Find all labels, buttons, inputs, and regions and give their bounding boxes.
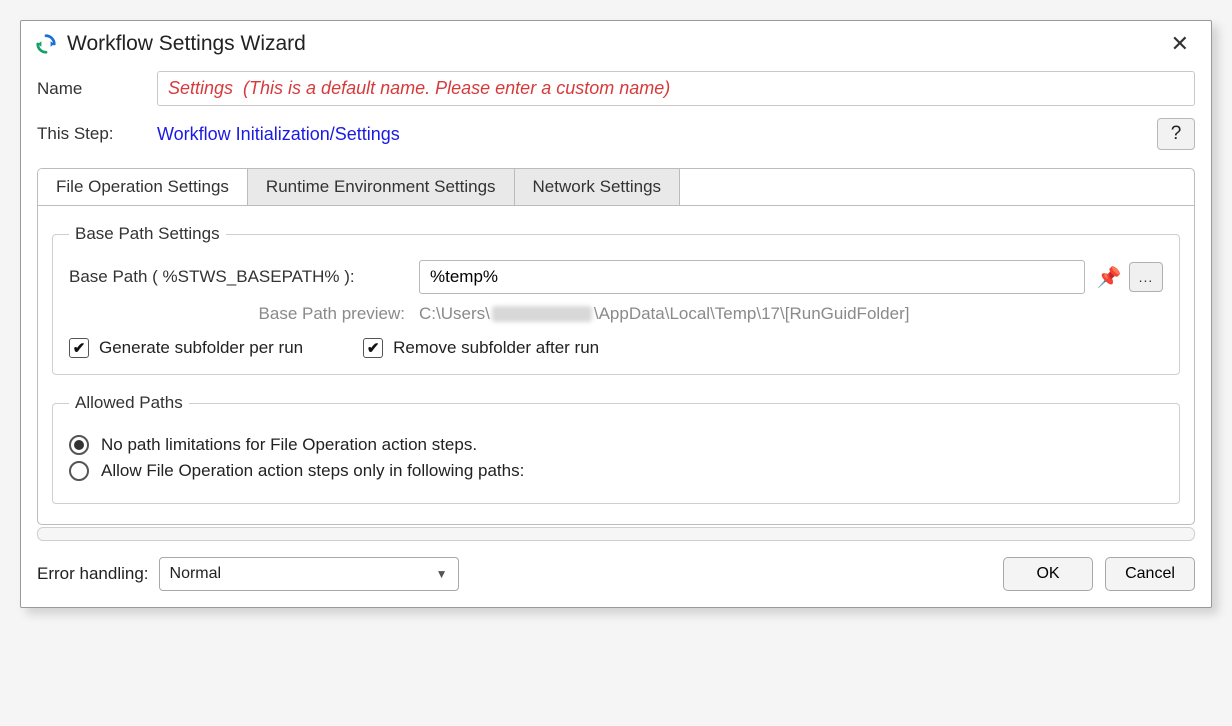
radio-label: Allow File Operation action steps only i… [101,461,524,481]
tab-file-operation-settings[interactable]: File Operation Settings [38,169,248,205]
group-base-path-legend: Base Path Settings [69,224,226,244]
radio-label: No path limitations for File Operation a… [101,435,477,455]
wizard-icon [35,33,57,55]
checkbox-generate-subfolder[interactable]: Generate subfolder per run [69,338,303,358]
checkbox-remove-subfolder[interactable]: Remove subfolder after run [363,338,599,358]
checkbox-icon [69,338,89,358]
checkbox-label: Generate subfolder per run [99,338,303,358]
help-button[interactable]: ? [1157,118,1195,150]
error-handling-select[interactable]: Normal ▼ [159,557,459,591]
step-row: This Step: Workflow Initialization/Setti… [21,114,1211,154]
preview-suffix: \AppData\Local\Temp\17\[RunGuidFolder] [594,304,910,324]
wizard-dialog: Workflow Settings Wizard ✕ Name This Ste… [20,20,1212,608]
checkbox-label: Remove subfolder after run [393,338,599,358]
pin-button[interactable]: 📌 [1095,263,1123,291]
titlebar: Workflow Settings Wizard ✕ [21,21,1211,63]
base-path-input[interactable] [419,260,1085,294]
group-allowed-paths-legend: Allowed Paths [69,393,189,413]
group-base-path: Base Path Settings Base Path ( %STWS_BAS… [52,224,1180,375]
group-allowed-paths: Allowed Paths No path limitations for Fi… [52,393,1180,504]
checkbox-icon [363,338,383,358]
step-link[interactable]: Workflow Initialization/Settings [157,124,400,145]
radio-icon [69,435,89,455]
close-button[interactable]: ✕ [1163,31,1197,57]
name-label: Name [37,79,157,99]
pin-icon: 📌 [1097,265,1122,290]
close-icon: ✕ [1171,31,1189,56]
radio-icon [69,461,89,481]
preview-prefix: C:\Users\ [419,304,490,324]
radio-no-limit[interactable]: No path limitations for File Operation a… [69,435,1163,455]
help-icon: ? [1171,123,1182,145]
select-value: Normal [170,565,222,583]
cancel-button[interactable]: Cancel [1105,557,1195,591]
redacted-username [492,306,592,322]
tab-runtime-environment-settings[interactable]: Runtime Environment Settings [248,169,515,205]
tabstrip: File Operation Settings Runtime Environm… [37,168,1195,206]
tab-network-settings[interactable]: Network Settings [515,169,681,205]
resize-grip-bar [37,527,1195,541]
error-handling-label: Error handling: [37,564,149,584]
step-label: This Step: [37,124,157,144]
base-path-preview-value: C:\Users\ \AppData\Local\Temp\17\[RunGui… [419,304,909,324]
base-path-label: Base Path ( %STWS_BASEPATH% ): [69,267,419,287]
tab-panel-file-ops: Base Path Settings Base Path ( %STWS_BAS… [37,206,1195,525]
name-input[interactable] [157,71,1195,106]
window-title: Workflow Settings Wizard [67,32,306,56]
dialog-footer: Error handling: Normal ▼ OK Cancel [21,547,1211,607]
radio-restrict-paths[interactable]: Allow File Operation action steps only i… [69,461,1163,481]
chevron-down-icon: ▼ [436,567,448,581]
ok-button[interactable]: OK [1003,557,1093,591]
base-path-preview-label: Base Path preview: [69,304,419,324]
browse-button[interactable]: ... [1129,262,1163,292]
name-row: Name [21,67,1211,110]
